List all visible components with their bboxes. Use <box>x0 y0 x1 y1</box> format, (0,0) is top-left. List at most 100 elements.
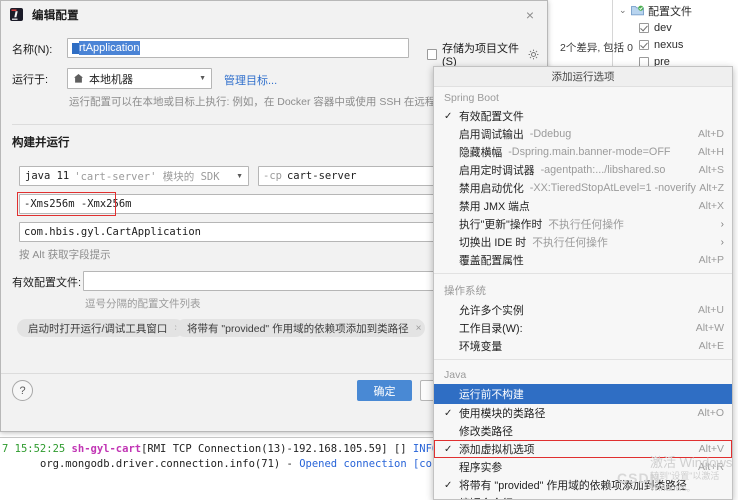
checkbox-pre[interactable] <box>639 56 649 67</box>
menu-item-label: 禁用 JMX 端点 <box>459 201 530 213</box>
menu-item-disable-launch-optimization[interactable]: ✓ 禁用启动优化 -XX:TieredStopAtLevel=1 -noveri… <box>434 179 732 197</box>
chevron-right-icon[interactable]: › <box>721 219 724 230</box>
menu-group-spring-boot-label: Spring Boot <box>444 92 499 104</box>
menu-item-accelerator: Alt+O <box>697 407 724 419</box>
chevron-down-icon[interactable]: ▼ <box>236 173 246 180</box>
run-on-combobox[interactable]: 本地机器 ▼ <box>67 68 212 89</box>
tree-item-nexus-label: nexus <box>654 38 684 51</box>
menu-group-os-label: 操作系统 <box>444 285 486 297</box>
menu-item-working-directory[interactable]: ✓ 工作目录(W): Alt+W <box>434 319 732 337</box>
check-icon: ✓ <box>444 341 459 352</box>
help-button[interactable]: ? <box>12 380 33 401</box>
menu-divider <box>434 359 732 360</box>
console-line2-message: Opened connection [conne <box>299 458 451 470</box>
vm-options-highlight-box <box>17 192 116 216</box>
diff-count-note: 2个差异, 包括 0 <box>560 42 633 54</box>
check-icon: ✓ <box>444 305 459 316</box>
menu-item-enable-debug-output[interactable]: ✓ 启用调试输出 -Ddebug Alt+D <box>434 125 732 143</box>
menu-item-value: -Ddebug <box>529 128 572 140</box>
active-profiles-hint: 逗号分隔的配置文件列表 <box>85 298 201 310</box>
sdk-module-label: 'cart-server' 模块的 SDK <box>74 170 220 183</box>
menu-item-label: 环境变量 <box>459 341 503 353</box>
menu-item-modify-classpath[interactable]: ✓ 修改类路径 <box>434 422 732 440</box>
menu-item-label: 隐藏横幅 <box>459 147 503 159</box>
manage-targets-link[interactable]: 管理目标... <box>224 72 277 88</box>
checkbox-nexus[interactable] <box>639 39 649 50</box>
menu-item-shorten-command-line[interactable]: ✓ 缩短命令行 <box>434 494 732 499</box>
check-icon: ✓ <box>444 323 459 334</box>
menu-item-label: 添加虚拟机选项 <box>459 444 535 456</box>
menu-item-label: 缩短命令行 <box>459 495 513 499</box>
check-icon: ✓ <box>444 462 459 473</box>
menu-item-active-profiles[interactable]: ✓ 有效配置文件 <box>434 107 732 125</box>
menu-header-title: 添加运行选项 <box>434 67 732 87</box>
classpath-flag: -cp <box>263 170 282 182</box>
chip-provided-scope[interactable]: 将带有 "provided" 作用域的依赖项添加到类路径 × <box>176 319 426 337</box>
close-icon[interactable]: × <box>517 4 543 26</box>
menu-item-label: 切换出 IDE 时 <box>459 237 527 249</box>
menu-item-value: -agentpath:.../libshared.so <box>540 164 666 176</box>
menu-item-accelerator: Alt+V <box>698 443 724 455</box>
tree-root-label: 配置文件 <box>648 5 692 18</box>
checkbox-dev[interactable] <box>639 22 649 33</box>
menu-item-accelerator: Alt+Z <box>699 182 724 194</box>
menu-item-value: 不执行任何操作 <box>532 237 608 249</box>
menu-item-label: 执行"更新"操作时 <box>459 219 543 231</box>
menu-item-on-update-action[interactable]: ✓ 执行"更新"操作时 不执行任何操作 › <box>434 215 732 233</box>
menu-item-value: 不执行任何操作 <box>548 219 624 231</box>
menu-item-hide-banner[interactable]: ✓ 隐藏横幅 -Dspring.main.banner-mode=OFF Alt… <box>434 143 732 161</box>
check-icon: ✓ <box>444 443 453 455</box>
name-input[interactable]: rtApplication <box>67 38 409 58</box>
menu-item-label: 禁用启动优化 <box>459 183 524 195</box>
sdk-combobox[interactable]: java 11 'cart-server' 模块的 SDK ▼ <box>19 166 249 186</box>
menu-item-environment-variables[interactable]: ✓ 环境变量 Alt+E <box>434 337 732 355</box>
close-icon[interactable]: × <box>416 323 422 334</box>
chevron-right-icon[interactable]: › <box>721 237 724 248</box>
menu-item-do-not-build-before-run[interactable]: ✓ 运行前不构建 <box>434 384 732 404</box>
menu-item-allow-multiple-instances[interactable]: ✓ 允许多个实例 Alt+U <box>434 301 732 319</box>
windows-activation-line1: 激活 Windows <box>650 455 733 470</box>
check-icon: ✓ <box>444 479 453 491</box>
menu-item-use-module-classpath[interactable]: ✓ 使用模块的类路径 Alt+O <box>434 404 732 422</box>
gear-icon[interactable] <box>528 49 539 60</box>
check-icon: ✓ <box>444 407 453 419</box>
menu-item-override-config-properties[interactable]: ✓ 覆盖配置属性 Alt+P <box>434 251 732 269</box>
menu-item-disable-jmx-endpoints[interactable]: ✓ 禁用 JMX 端点 Alt+X <box>434 197 732 215</box>
check-icon: ✓ <box>444 201 459 212</box>
menu-item-label: 覆盖配置属性 <box>459 255 524 267</box>
folder-icon <box>631 5 644 16</box>
console-app-name: sh-gyl-cart <box>71 443 142 455</box>
checkbox-store-project-file[interactable] <box>427 48 437 60</box>
name-label: 名称(N): <box>12 44 53 56</box>
name-input-value: rtApplication <box>79 41 140 55</box>
menu-item-on-frame-deactivation[interactable]: ✓ 切换出 IDE 时 不执行任何操作 › <box>434 233 732 251</box>
local-machine-icon <box>73 73 84 84</box>
run-on-value: 本地机器 <box>89 73 133 86</box>
menu-item-label: 修改类路径 <box>459 426 513 438</box>
check-icon: ✓ <box>444 389 459 400</box>
menu-item-accelerator: Alt+H <box>698 146 724 158</box>
dialog-titlebar: 编辑配置 × <box>1 1 547 28</box>
project-config-tree[interactable]: ⌄ 配置文件 dev nexus pre prod <box>612 0 738 85</box>
store-as-project-file-checkbox[interactable]: 存储为项目文件(S) <box>427 40 539 68</box>
tree-item-dev[interactable]: dev <box>613 19 738 36</box>
chevron-down-icon[interactable]: ⌄ <box>619 5 631 16</box>
menu-group-java-label: Java <box>444 369 467 381</box>
menu-item-enable-launch-optimization-debugger[interactable]: ✓ 启用定时调试器 -agentpath:.../libshared.so Al… <box>434 161 732 179</box>
check-icon: ✓ <box>444 165 459 176</box>
chip-open-tool-window[interactable]: 启动时打开运行/调试工具窗口 × <box>17 319 185 337</box>
store-as-project-file-label: 存储为项目文件(S) <box>441 43 519 68</box>
intellij-logo-icon <box>10 8 23 21</box>
menu-item-label: 运行前不构建 <box>459 389 524 401</box>
chip-provided-scope-label: 将带有 "provided" 作用域的依赖项添加到类路径 <box>187 322 409 335</box>
dialog-title: 编辑配置 <box>32 9 79 22</box>
menu-item-accelerator: Alt+X <box>698 200 724 212</box>
menu-scroll-area[interactable]: Spring Boot ✓ 有效配置文件 ✓ 启用调试输出 -Ddebug Al… <box>434 87 732 499</box>
run-on-label: 运行于: <box>12 74 49 86</box>
chevron-down-icon[interactable]: ▼ <box>199 75 209 82</box>
menu-item-label: 允许多个实例 <box>459 305 524 317</box>
add-run-option-menu[interactable]: 添加运行选项 Spring Boot ✓ 有效配置文件 ✓ 启用调试输出 -Dd… <box>433 66 733 500</box>
tree-root-row[interactable]: ⌄ 配置文件 <box>613 2 738 19</box>
console-line2-pre: org.mongodb.driver.connection.info(71) - <box>40 458 300 470</box>
ok-button[interactable]: 确定 <box>357 380 412 401</box>
